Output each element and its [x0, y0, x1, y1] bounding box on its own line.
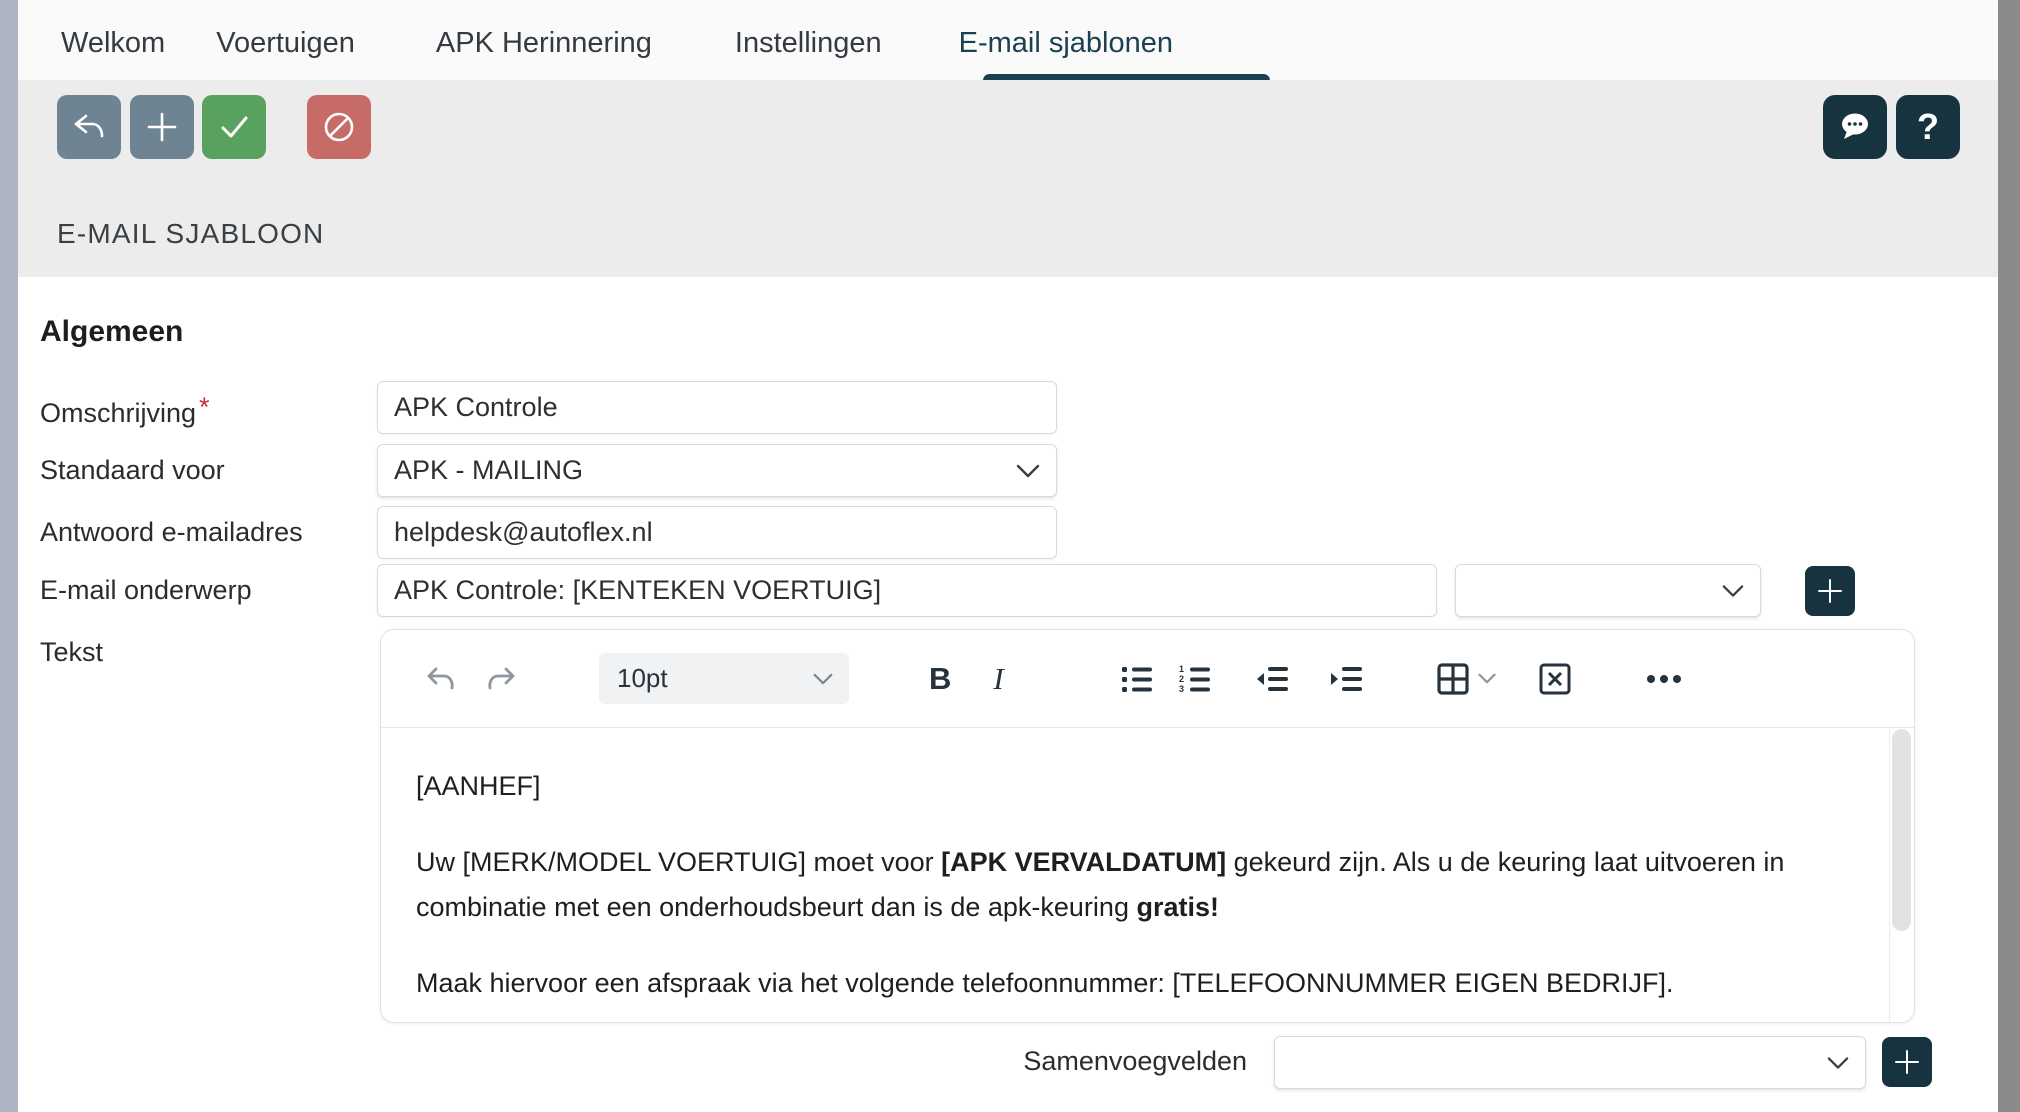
chevron-down-icon [813, 673, 833, 685]
standaard-voor-select[interactable]: APK - MAILING [377, 444, 1057, 497]
font-size-select[interactable]: 10pt [599, 653, 849, 704]
chevron-down-icon [1016, 464, 1040, 478]
table-remove-icon[interactable] [1538, 662, 1572, 696]
email-onderwerp-input[interactable] [377, 564, 1437, 617]
plus-icon [1893, 1048, 1921, 1076]
window-edge-left [0, 0, 18, 1112]
table-icon[interactable] [1436, 662, 1470, 696]
antwoord-emailadres-input[interactable] [377, 506, 1057, 559]
editor-scrollbar-thumb[interactable] [1892, 729, 1911, 931]
email-onderwerp-label: E-mail onderwerp [40, 575, 252, 606]
table-chevron-icon[interactable] [1478, 673, 1496, 684]
section-heading: Algemeen [40, 315, 183, 349]
app-window: Welkom Voertuigen APK Herinnering Instel… [18, 0, 1998, 1112]
confirm-button[interactable] [202, 95, 266, 159]
editor-scroll-track-divider [1889, 728, 1890, 1022]
page-title: E-MAIL SJABLOON [57, 218, 324, 250]
numbered-list-icon[interactable]: 1 2 3 [1178, 664, 1212, 694]
help-button[interactable]: ? [1896, 95, 1960, 159]
tab-email-sjablonen[interactable]: E-mail sjablonen [959, 27, 1173, 60]
samenvoegvelden-insert-button[interactable] [1882, 1037, 1932, 1087]
chevron-down-icon [1722, 584, 1744, 597]
onderwerp-merge-select[interactable] [1455, 564, 1761, 617]
editor-content[interactable]: [AANHEF] Uw [MERK/MODEL VOERTUIG] moet v… [381, 728, 1914, 1023]
back-button[interactable] [57, 95, 121, 159]
editor-paragraph: Uw [MERK/MODEL VOERTUIG] moet voor [APK … [416, 840, 1854, 930]
tab-voertuigen[interactable]: Voertuigen [216, 27, 355, 60]
chevron-down-icon [1827, 1056, 1849, 1069]
editor-paragraph: Maak hiervoor een afspraak via het volge… [416, 961, 1854, 1006]
feedback-button[interactable] [1823, 95, 1887, 159]
check-icon [215, 108, 253, 146]
omschrijving-label: Omschrijving* [40, 392, 210, 429]
samenvoegvelden-label: Samenvoegvelden [1023, 1046, 1247, 1077]
samenvoegvelden-select[interactable] [1274, 1036, 1866, 1089]
required-asterisk: * [199, 392, 210, 422]
onderwerp-insert-merge-button[interactable] [1805, 566, 1855, 616]
outdent-icon[interactable] [1254, 664, 1290, 694]
undo-icon[interactable] [423, 661, 459, 697]
editor-paragraph: [AANHEF] [416, 764, 1854, 809]
screen: Welkom Voertuigen APK Herinnering Instel… [0, 0, 2020, 1112]
richtext-editor: 10pt B I 1 2 [380, 629, 1915, 1023]
font-size-value: 10pt [617, 663, 668, 694]
ban-icon [320, 108, 358, 146]
svg-text:1: 1 [1179, 664, 1184, 674]
antwoord-emailadres-label: Antwoord e-mailadres [40, 517, 303, 548]
standaard-voor-value: APK - MAILING [394, 455, 583, 486]
tekst-label: Tekst [40, 637, 103, 668]
svg-text:2: 2 [1179, 674, 1184, 684]
chat-bubble-icon [1835, 107, 1875, 147]
tab-instellingen[interactable]: Instellingen [735, 27, 882, 60]
indent-icon[interactable] [1328, 664, 1364, 694]
tab-apk-herinnering[interactable]: APK Herinnering [436, 27, 652, 60]
italic-icon[interactable]: I [987, 661, 1009, 697]
tab-bar: Welkom Voertuigen APK Herinnering Instel… [18, 0, 1998, 80]
tab-welkom[interactable]: Welkom [61, 27, 165, 60]
add-button[interactable] [130, 95, 194, 159]
editor-toolbar: 10pt B I 1 2 [381, 630, 1914, 727]
window-edge-right [1998, 0, 2020, 1112]
redo-icon[interactable] [483, 661, 519, 697]
plus-icon [1816, 577, 1844, 605]
plus-icon [145, 110, 179, 144]
cancel-button[interactable] [307, 95, 371, 159]
bullet-list-icon[interactable] [1120, 664, 1154, 694]
omschrijving-input[interactable] [377, 381, 1057, 434]
question-mark-icon: ? [1917, 106, 1939, 148]
bold-icon[interactable]: B [929, 661, 951, 697]
svg-text:3: 3 [1179, 684, 1184, 694]
more-options-icon[interactable] [1646, 674, 1682, 684]
back-arrow-icon [70, 108, 108, 146]
action-toolbar: ? E-MAIL SJABLOON [18, 80, 1998, 277]
standaard-voor-label: Standaard voor [40, 455, 225, 486]
